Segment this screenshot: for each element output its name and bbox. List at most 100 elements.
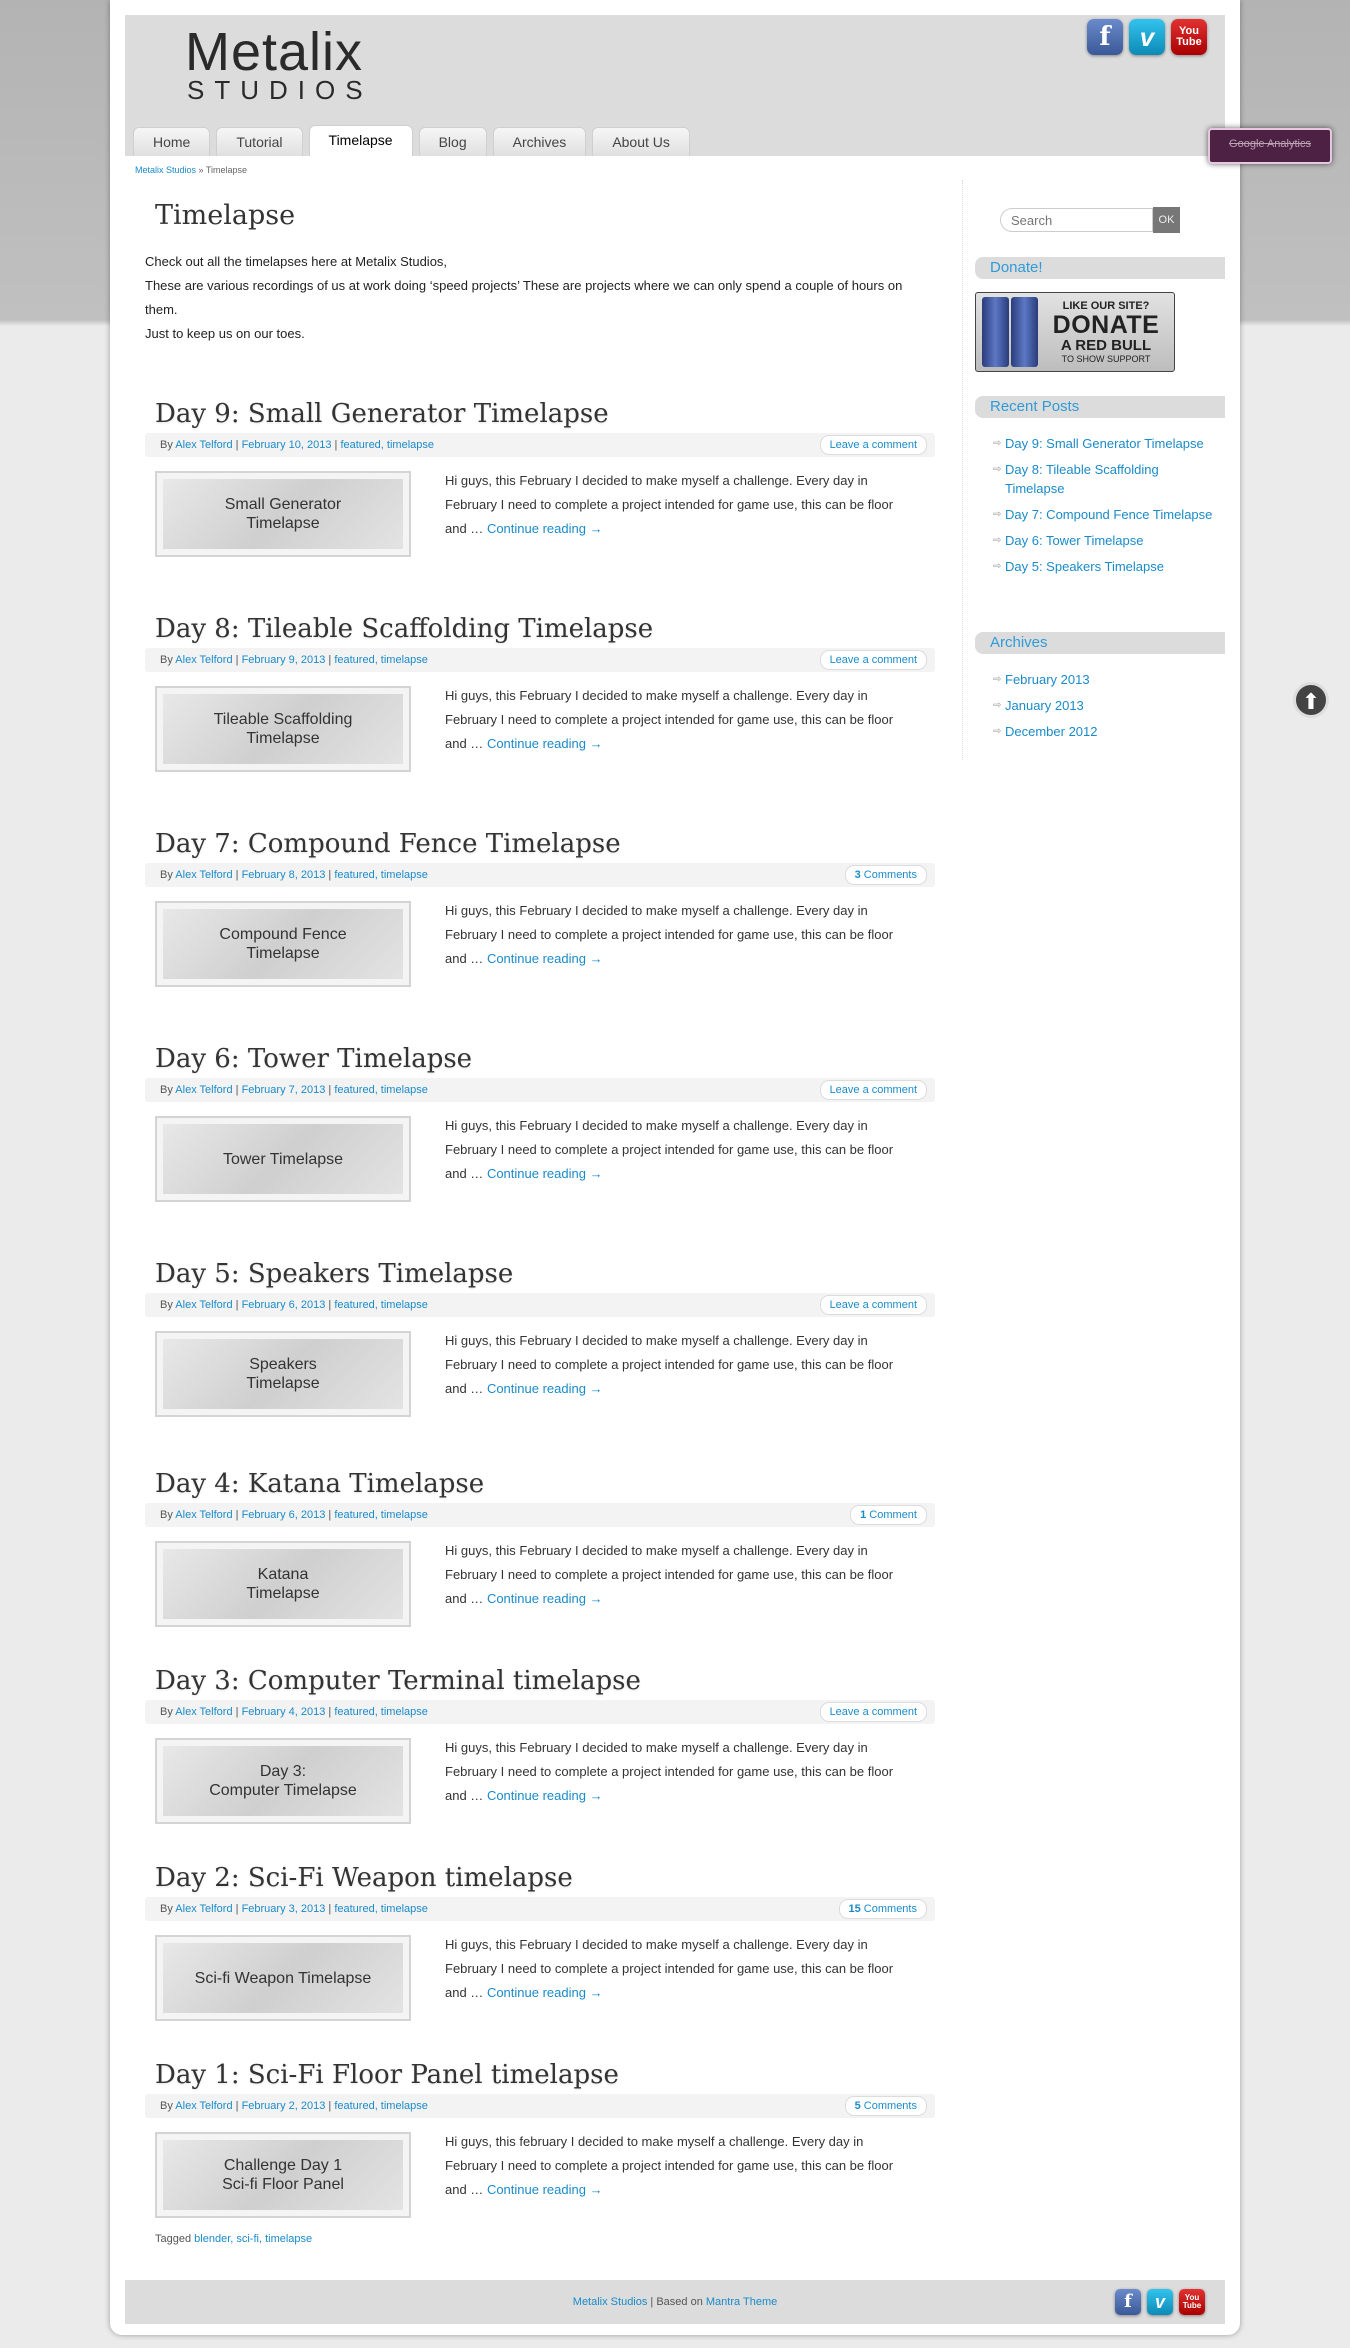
post-thumbnail[interactable]: Tileable Scaffolding Timelapse (155, 686, 411, 772)
donate-red-bull-banner[interactable]: LIKE OUR SITE? DONATE A RED BULL TO SHOW… (975, 292, 1175, 372)
continue-reading-link[interactable]: Continue reading → (487, 1381, 603, 1396)
tab-archives[interactable]: Archives (492, 127, 587, 156)
post-title[interactable]: Day 7: Compound Fence Timelapse (155, 827, 935, 861)
archive-link[interactable]: January 2013 (1005, 698, 1084, 713)
post-thumbnail[interactable]: Speakers Timelapse (155, 1331, 411, 1417)
category-links[interactable]: featured, timelapse (334, 869, 428, 881)
recent-post-link[interactable]: Day 5: Speakers Timelapse (1005, 559, 1164, 574)
category-links[interactable]: featured, timelapse (340, 439, 434, 451)
author-link[interactable]: Alex Telford (175, 439, 232, 451)
tab-about-us[interactable]: About Us (592, 127, 690, 156)
date-link[interactable]: February 7, 2013 (242, 1084, 326, 1096)
list-item[interactable]: ⇨ Day 6: Tower Timelapse (993, 531, 1213, 550)
post-thumbnail[interactable]: Sci-fi Weapon Timelapse (155, 1935, 411, 2021)
post-thumbnail[interactable]: Tower Timelapse (155, 1116, 411, 1202)
author-link[interactable]: Alex Telford (175, 1299, 232, 1311)
archive-link[interactable]: February 2013 (1005, 672, 1090, 687)
post-thumbnail[interactable]: Day 3: Computer Timelapse (155, 1738, 411, 1824)
category-links[interactable]: featured, timelapse (334, 1903, 428, 1915)
post-title[interactable]: Day 3: Computer Terminal timelapse (155, 1664, 935, 1698)
author-link[interactable]: Alex Telford (175, 654, 232, 666)
list-item[interactable]: ⇨ February 2013 (993, 670, 1213, 689)
google-analytics-button[interactable]: Google Analytics (1208, 128, 1332, 164)
vimeo-icon[interactable]: v (1147, 2289, 1173, 2315)
date-link[interactable]: February 8, 2013 (242, 869, 326, 881)
author-link[interactable]: Alex Telford (175, 1509, 232, 1521)
footer-site-link[interactable]: Metalix Studios (573, 2296, 648, 2308)
list-item[interactable]: ⇨ Day 7: Compound Fence Timelapse (993, 505, 1213, 524)
recent-post-link[interactable]: Day 7: Compound Fence Timelapse (1005, 507, 1212, 522)
breadcrumb-home-link[interactable]: Metalix Studios (135, 165, 196, 175)
continue-reading-link[interactable]: Continue reading → (487, 1788, 603, 1803)
recent-post-link[interactable]: Day 9: Small Generator Timelapse (1005, 436, 1204, 451)
list-item[interactable]: ⇨ Day 8: Tileable Scaffolding Timelapse (993, 460, 1213, 498)
continue-reading-link[interactable]: Continue reading → (487, 1591, 603, 1606)
continue-reading-link[interactable]: Continue reading → (487, 1166, 603, 1181)
post-thumbnail[interactable]: Katana Timelapse (155, 1541, 411, 1627)
post-thumbnail[interactable]: Small Generator Timelapse (155, 471, 411, 557)
category-links[interactable]: featured, timelapse (334, 1706, 428, 1718)
continue-reading-link[interactable]: Continue reading → (487, 2182, 603, 2197)
author-link[interactable]: Alex Telford (175, 1706, 232, 1718)
post-title[interactable]: Day 8: Tileable Scaffolding Timelapse (155, 612, 935, 646)
author-link[interactable]: Alex Telford (175, 1084, 232, 1096)
continue-reading-link[interactable]: Continue reading → (487, 736, 603, 751)
tab-home[interactable]: Home (133, 127, 211, 156)
recent-post-link[interactable]: Day 6: Tower Timelapse (1005, 533, 1144, 548)
comments-link[interactable]: Leave a comment (819, 650, 927, 670)
post-title[interactable]: Day 4: Katana Timelapse (155, 1467, 935, 1501)
continue-reading-link[interactable]: Continue reading → (487, 521, 603, 536)
date-link[interactable]: February 10, 2013 (242, 439, 332, 451)
list-item[interactable]: ⇨ January 2013 (993, 696, 1213, 715)
search-ok-button[interactable]: OK (1153, 207, 1180, 233)
comments-link[interactable]: Leave a comment (819, 435, 927, 455)
comments-link[interactable]: 15 Comments (838, 1899, 927, 1919)
category-links[interactable]: featured, timelapse (334, 654, 428, 666)
site-logo[interactable]: Metalix STUDIOS (185, 25, 373, 103)
post-thumbnail[interactable]: Challenge Day 1 Sci-fi Floor Panel (155, 2132, 411, 2218)
comments-link[interactable]: Leave a comment (819, 1295, 927, 1315)
comments-link[interactable]: Leave a comment (819, 1702, 927, 1722)
youtube-icon[interactable]: You Tube (1171, 19, 1207, 55)
date-link[interactable]: February 9, 2013 (242, 654, 326, 666)
comments-link[interactable]: 3 Comments (844, 865, 927, 885)
comments-link[interactable]: Leave a comment (819, 1080, 927, 1100)
tag-links[interactable]: blender, sci-fi, timelapse (194, 2233, 312, 2245)
continue-reading-link[interactable]: Continue reading → (487, 1985, 603, 2000)
date-link[interactable]: February 6, 2013 (242, 1299, 326, 1311)
post-thumbnail[interactable]: Compound Fence Timelapse (155, 901, 411, 987)
list-item[interactable]: ⇨ Day 9: Small Generator Timelapse (993, 434, 1213, 453)
category-links[interactable]: featured, timelapse (334, 2100, 428, 2112)
date-link[interactable]: February 4, 2013 (242, 1706, 326, 1718)
comments-link[interactable]: 5 Comments (844, 2096, 927, 2116)
archive-link[interactable]: December 2012 (1005, 724, 1098, 739)
author-link[interactable]: Alex Telford (175, 2100, 232, 2112)
tab-timelapse[interactable]: Timelapse (308, 125, 413, 156)
recent-post-link[interactable]: Day 8: Tileable Scaffolding Timelapse (1005, 462, 1159, 496)
list-item[interactable]: ⇨ December 2012 (993, 722, 1213, 741)
post-title[interactable]: Day 5: Speakers Timelapse (155, 1257, 935, 1291)
post-title[interactable]: Day 6: Tower Timelapse (155, 1042, 935, 1076)
facebook-icon[interactable]: f (1115, 2289, 1141, 2315)
category-links[interactable]: featured, timelapse (334, 1084, 428, 1096)
post-title[interactable]: Day 9: Small Generator Timelapse (155, 397, 935, 431)
date-link[interactable]: February 2, 2013 (242, 2100, 326, 2112)
facebook-icon[interactable]: f (1087, 19, 1123, 55)
date-link[interactable]: February 6, 2013 (242, 1509, 326, 1521)
vimeo-icon[interactable]: v (1129, 19, 1165, 55)
post-title[interactable]: Day 2: Sci-Fi Weapon timelapse (155, 1861, 935, 1895)
youtube-icon[interactable]: You Tube (1179, 2289, 1205, 2315)
author-link[interactable]: Alex Telford (175, 869, 232, 881)
category-links[interactable]: featured, timelapse (334, 1509, 428, 1521)
comments-link[interactable]: 1 Comment (850, 1505, 927, 1525)
date-link[interactable]: February 3, 2013 (242, 1903, 326, 1915)
footer-theme-link[interactable]: Mantra Theme (706, 2296, 777, 2308)
category-links[interactable]: featured, timelapse (334, 1299, 428, 1311)
tab-blog[interactable]: Blog (418, 127, 487, 156)
scroll-to-top-icon[interactable]: ⬆ (1293, 682, 1329, 718)
continue-reading-link[interactable]: Continue reading → (487, 951, 603, 966)
author-link[interactable]: Alex Telford (175, 1903, 232, 1915)
search-input[interactable] (1000, 208, 1153, 232)
tab-tutorial[interactable]: Tutorial (216, 127, 303, 156)
post-title[interactable]: Day 1: Sci-Fi Floor Panel timelapse (155, 2058, 935, 2092)
